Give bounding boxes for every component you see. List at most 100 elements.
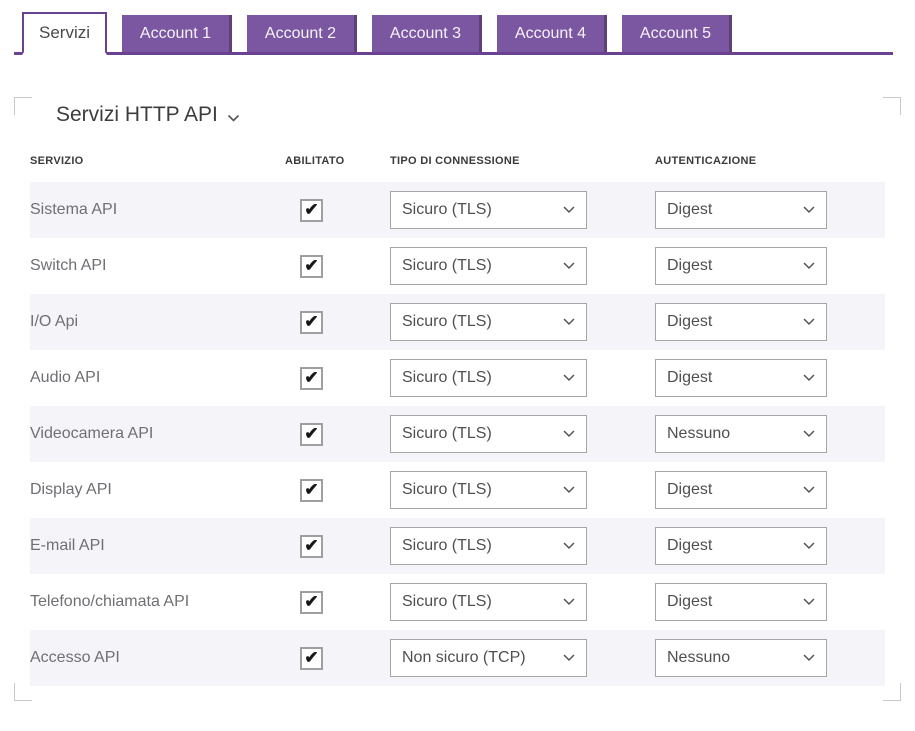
tab-account-4[interactable]: Account 4 [497, 15, 607, 52]
chevron-down-icon [563, 318, 575, 326]
authentication-value: Digest [667, 537, 713, 554]
panel-corner-top-right [883, 97, 901, 115]
chevron-down-icon [803, 542, 815, 550]
connection-type-select[interactable]: Sicuro (TLS) [390, 247, 587, 285]
chevron-down-icon [803, 486, 815, 494]
authentication-value: Digest [667, 369, 713, 386]
service-label: Display API [30, 481, 112, 498]
service-label: I/O Api [30, 313, 79, 330]
service-label: Telefono/chiamata API [30, 593, 190, 610]
enabled-checkbox[interactable]: ✔ [300, 366, 323, 390]
authentication-value: Digest [667, 257, 713, 274]
enabled-checkbox[interactable]: ✔ [300, 310, 323, 334]
chevron-down-icon [563, 654, 575, 662]
connection-type-select[interactable]: Sicuro (TLS) [390, 191, 587, 229]
tab-account-5[interactable]: Account 5 [622, 15, 732, 52]
checkmark-icon: ✔ [304, 535, 319, 555]
connection-type-select[interactable]: Sicuro (TLS) [390, 415, 587, 453]
chevron-down-icon [563, 374, 575, 382]
checkmark-icon: ✔ [304, 423, 319, 443]
connection-type-value: Sicuro (TLS) [402, 425, 492, 442]
column-header-tipo-connessione: TIPO DI CONNESSIONE [390, 155, 520, 167]
authentication-select[interactable]: Digest [655, 359, 827, 397]
authentication-value: Nessuno [667, 649, 731, 666]
table-row: Display API ✔ Sicuro (TLS) Digest [30, 462, 885, 518]
tab-account-3[interactable]: Account 3 [372, 15, 482, 52]
services-table: SERVIZIO ABILITATO TIPO DI CONNESSIONE A… [30, 143, 885, 686]
panel-corner-top-left [14, 97, 32, 115]
panel-corner-bottom-left [14, 683, 32, 701]
tab-account-2[interactable]: Account 2 [247, 15, 357, 52]
enabled-checkbox[interactable]: ✔ [300, 534, 323, 558]
enabled-checkbox[interactable]: ✔ [300, 646, 323, 670]
table-header-row: SERVIZIO ABILITATO TIPO DI CONNESSIONE A… [30, 143, 885, 182]
connection-type-value: Sicuro (TLS) [402, 369, 492, 386]
service-label: Accesso API [30, 649, 120, 666]
connection-type-select[interactable]: Sicuro (TLS) [390, 527, 587, 565]
authentication-select[interactable]: Nessuno [655, 415, 827, 453]
service-label: Videocamera API [30, 425, 154, 442]
section-title: Servizi HTTP API [56, 103, 218, 126]
connection-type-value: Sicuro (TLS) [402, 537, 492, 554]
table-row: Sistema API ✔ Sicuro (TLS) Digest [30, 182, 885, 238]
connection-type-value: Sicuro (TLS) [402, 481, 492, 498]
authentication-value: Digest [667, 313, 713, 330]
checkmark-icon: ✔ [304, 199, 319, 219]
enabled-checkbox[interactable]: ✔ [300, 478, 323, 502]
chevron-down-icon [563, 262, 575, 270]
authentication-select[interactable]: Digest [655, 471, 827, 509]
connection-type-value: Non sicuro (TCP) [402, 649, 526, 666]
authentication-select[interactable]: Digest [655, 191, 827, 229]
authentication-value: Digest [667, 481, 713, 498]
connection-type-select[interactable]: Sicuro (TLS) [390, 583, 587, 621]
connection-type-value: Sicuro (TLS) [402, 201, 492, 218]
chevron-down-icon [803, 318, 815, 326]
checkmark-icon: ✔ [304, 591, 319, 611]
chevron-down-icon [803, 654, 815, 662]
service-label: Switch API [30, 257, 107, 274]
chevron-down-icon [563, 430, 575, 438]
checkmark-icon: ✔ [304, 367, 319, 387]
http-api-panel: Servizi HTTP API SERVIZIO ABILITATO TIPO… [14, 97, 901, 701]
connection-type-select[interactable]: Sicuro (TLS) [390, 471, 587, 509]
service-label: Audio API [30, 369, 101, 386]
table-row: E-mail API ✔ Sicuro (TLS) Digest [30, 518, 885, 574]
column-header-abilitato: ABILITATO [285, 155, 345, 167]
authentication-value: Digest [667, 201, 713, 218]
checkmark-icon: ✔ [304, 255, 319, 275]
chevron-down-icon [227, 101, 240, 129]
column-header-autenticazione: AUTENTICAZIONE [655, 155, 757, 167]
service-label: Sistema API [30, 201, 118, 218]
authentication-select[interactable]: Nessuno [655, 639, 827, 677]
table-row: Accesso API ✔ Non sicuro (TCP) Nessuno [30, 630, 885, 686]
connection-type-select[interactable]: Non sicuro (TCP) [390, 639, 587, 677]
enabled-checkbox[interactable]: ✔ [300, 590, 323, 614]
authentication-select[interactable]: Digest [655, 583, 827, 621]
authentication-value: Nessuno [667, 425, 731, 442]
table-row: Audio API ✔ Sicuro (TLS) Digest [30, 350, 885, 406]
tab-account-1[interactable]: Account 1 [122, 15, 232, 52]
enabled-checkbox[interactable]: ✔ [300, 254, 323, 278]
connection-type-select[interactable]: Sicuro (TLS) [390, 303, 587, 341]
authentication-value: Digest [667, 593, 713, 610]
authentication-select[interactable]: Digest [655, 527, 827, 565]
enabled-checkbox[interactable]: ✔ [300, 198, 323, 222]
chevron-down-icon [803, 374, 815, 382]
table-row: Videocamera API ✔ Sicuro (TLS) Nessuno [30, 406, 885, 462]
tab-bar: Servizi Account 1 Account 2 Account 3 Ac… [14, 12, 893, 55]
connection-type-value: Sicuro (TLS) [402, 313, 492, 330]
enabled-checkbox[interactable]: ✔ [300, 422, 323, 446]
section-header-servizi-http-api[interactable]: Servizi HTTP API [14, 97, 901, 129]
connection-type-value: Sicuro (TLS) [402, 593, 492, 610]
connection-type-select[interactable]: Sicuro (TLS) [390, 359, 587, 397]
chevron-down-icon [803, 598, 815, 606]
authentication-select[interactable]: Digest [655, 247, 827, 285]
chevron-down-icon [803, 430, 815, 438]
chevron-down-icon [563, 206, 575, 214]
authentication-select[interactable]: Digest [655, 303, 827, 341]
connection-type-value: Sicuro (TLS) [402, 257, 492, 274]
table-row: Switch API ✔ Sicuro (TLS) Digest [30, 238, 885, 294]
tab-servizi[interactable]: Servizi [22, 12, 107, 55]
chevron-down-icon [803, 206, 815, 214]
chevron-down-icon [803, 262, 815, 270]
